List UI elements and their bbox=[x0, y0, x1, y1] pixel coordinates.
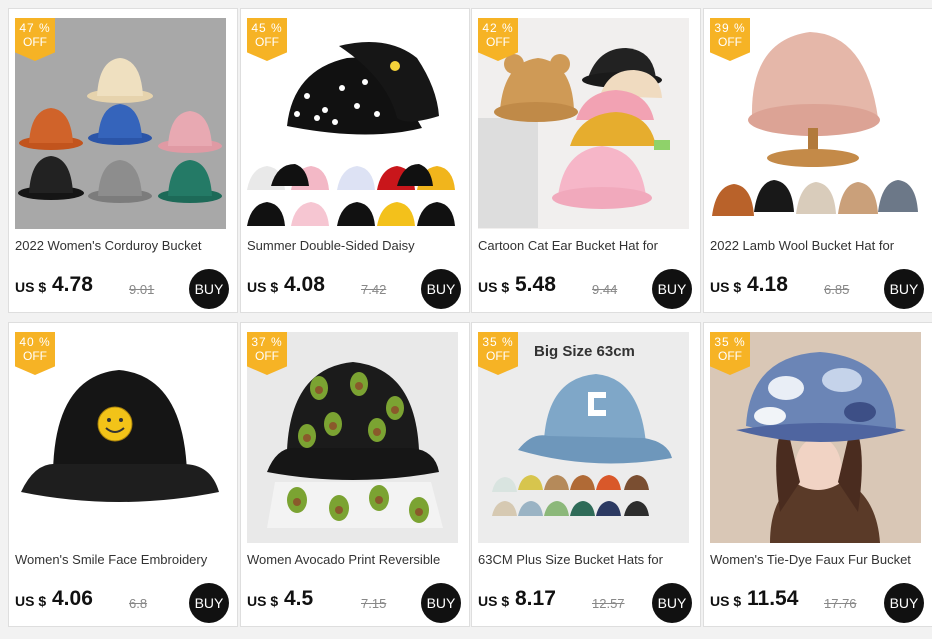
product-image[interactable]: 47 % OFF bbox=[15, 18, 226, 229]
discount-off-label: OFF bbox=[486, 349, 510, 363]
price-row: US $ 4.06 6.8 BUY bbox=[15, 583, 231, 623]
sale-price: 4.18 bbox=[747, 273, 788, 296]
price-row: US $ 4.18 6.85 BUY bbox=[710, 269, 926, 309]
product-image[interactable]: 39 % OFF bbox=[710, 18, 921, 229]
discount-badge: 47 % OFF bbox=[15, 18, 55, 61]
product-image[interactable]: 40 % OFF bbox=[15, 332, 226, 543]
discount-off-label: OFF bbox=[23, 349, 47, 363]
currency-label: US $ bbox=[247, 279, 279, 295]
original-price: 12.57 bbox=[592, 596, 625, 611]
price-row: US $ 4.08 7.42 BUY bbox=[247, 269, 463, 309]
discount-off-label: OFF bbox=[718, 349, 742, 363]
product-card[interactable]: 45 % OFF Summer Double-Sided Daisy US $ … bbox=[240, 8, 470, 313]
currency-label: US $ bbox=[478, 279, 510, 295]
discount-percent: 47 % bbox=[19, 21, 51, 35]
product-title[interactable]: 2022 Lamb Wool Bucket Hat for bbox=[710, 238, 922, 256]
discount-percent: 42 % bbox=[482, 21, 514, 35]
sale-price: 4.06 bbox=[52, 587, 93, 610]
buy-button[interactable]: BUY bbox=[884, 269, 924, 309]
product-card[interactable]: 35 % OFF Women's Tie-Dye Faux Fur Bucket… bbox=[703, 322, 932, 627]
discount-percent: 40 % bbox=[19, 335, 51, 349]
sale-price: 4.5 bbox=[284, 587, 314, 610]
sale-price: 4.08 bbox=[284, 273, 325, 296]
original-price: 17.76 bbox=[824, 596, 857, 611]
product-card[interactable]: 39 % OFF 2022 Lamb Wool Bucket Hat for U… bbox=[703, 8, 932, 313]
product-title[interactable]: Women Avocado Print Reversible bbox=[247, 552, 459, 570]
buy-button[interactable]: BUY bbox=[189, 269, 229, 309]
currency-label: US $ bbox=[710, 593, 742, 609]
product-title[interactable]: 63CM Plus Size Bucket Hats for bbox=[478, 552, 690, 570]
discount-off-label: OFF bbox=[255, 349, 279, 363]
product-image[interactable]: 45 % OFF bbox=[247, 18, 458, 229]
discount-percent: 39 % bbox=[714, 21, 746, 35]
price-row: US $ 11.54 17.76 BUY bbox=[710, 583, 926, 623]
product-image[interactable]: 35 % OFF bbox=[710, 332, 921, 543]
currency-label: US $ bbox=[247, 593, 279, 609]
original-price: 7.15 bbox=[361, 596, 387, 611]
product-image[interactable]: Big Size 63cm 35 % OFF bbox=[478, 332, 689, 543]
discount-badge: 35 % OFF bbox=[710, 332, 750, 375]
product-title[interactable]: Women's Tie-Dye Faux Fur Bucket bbox=[710, 552, 922, 570]
currency-label: US $ bbox=[15, 279, 47, 295]
original-price: 9.44 bbox=[592, 282, 618, 297]
product-title[interactable]: Women's Smile Face Embroidery bbox=[15, 552, 227, 570]
discount-badge: 39 % OFF bbox=[710, 18, 750, 61]
price-row: US $ 4.5 7.15 BUY bbox=[247, 583, 463, 623]
buy-button[interactable]: BUY bbox=[884, 583, 924, 623]
discount-percent: 37 % bbox=[251, 335, 283, 349]
discount-off-label: OFF bbox=[486, 35, 510, 49]
price-row: US $ 8.17 12.57 BUY bbox=[478, 583, 694, 623]
currency-label: US $ bbox=[478, 593, 510, 609]
product-card[interactable]: 42 % OFF Cartoon Cat Ear Bucket Hat for … bbox=[471, 8, 701, 313]
product-card[interactable]: 40 % OFF Women's Smile Face Embroidery U… bbox=[8, 322, 238, 627]
original-price: 7.42 bbox=[361, 282, 387, 297]
original-price: 9.01 bbox=[129, 282, 155, 297]
discount-badge: 42 % OFF bbox=[478, 18, 518, 61]
currency-label: US $ bbox=[710, 279, 742, 295]
price-row: US $ 4.78 9.01 BUY bbox=[15, 269, 231, 309]
discount-percent: 35 % bbox=[714, 335, 746, 349]
discount-percent: 45 % bbox=[251, 21, 283, 35]
sale-price: 11.54 bbox=[747, 587, 799, 610]
product-grid: 47 % OFF 2022 Women's Corduroy Bucket US… bbox=[0, 0, 932, 639]
buy-button[interactable]: BUY bbox=[189, 583, 229, 623]
discount-badge: 45 % OFF bbox=[247, 18, 287, 61]
discount-off-label: OFF bbox=[23, 35, 47, 49]
buy-button[interactable]: BUY bbox=[421, 583, 461, 623]
buy-button[interactable]: BUY bbox=[421, 269, 461, 309]
sale-price: 4.78 bbox=[52, 273, 93, 296]
product-image[interactable]: 42 % OFF bbox=[478, 18, 689, 229]
discount-off-label: OFF bbox=[255, 35, 279, 49]
discount-off-label: OFF bbox=[718, 35, 742, 49]
original-price: 6.8 bbox=[129, 596, 148, 611]
product-card[interactable]: Big Size 63cm 35 % OFF 63CM Plus Size Bu… bbox=[471, 322, 701, 627]
product-card[interactable]: 37 % OFF Women Avocado Print Reversible … bbox=[240, 322, 470, 627]
product-title[interactable]: 2022 Women's Corduroy Bucket bbox=[15, 238, 227, 256]
sale-price: 5.48 bbox=[515, 273, 556, 296]
discount-badge: 37 % OFF bbox=[247, 332, 287, 375]
image-caption: Big Size 63cm bbox=[534, 343, 635, 360]
sale-price: 8.17 bbox=[515, 587, 556, 610]
buy-button[interactable]: BUY bbox=[652, 583, 692, 623]
buy-button[interactable]: BUY bbox=[652, 269, 692, 309]
discount-badge: 40 % OFF bbox=[15, 332, 55, 375]
product-title[interactable]: Cartoon Cat Ear Bucket Hat for bbox=[478, 238, 690, 256]
product-image[interactable]: 37 % OFF bbox=[247, 332, 458, 543]
product-card[interactable]: 47 % OFF 2022 Women's Corduroy Bucket US… bbox=[8, 8, 238, 313]
price-row: US $ 5.48 9.44 BUY bbox=[478, 269, 694, 309]
product-title[interactable]: Summer Double-Sided Daisy bbox=[247, 238, 459, 256]
currency-label: US $ bbox=[15, 593, 47, 609]
discount-badge: 35 % OFF bbox=[478, 332, 518, 375]
original-price: 6.85 bbox=[824, 282, 850, 297]
discount-percent: 35 % bbox=[482, 335, 514, 349]
